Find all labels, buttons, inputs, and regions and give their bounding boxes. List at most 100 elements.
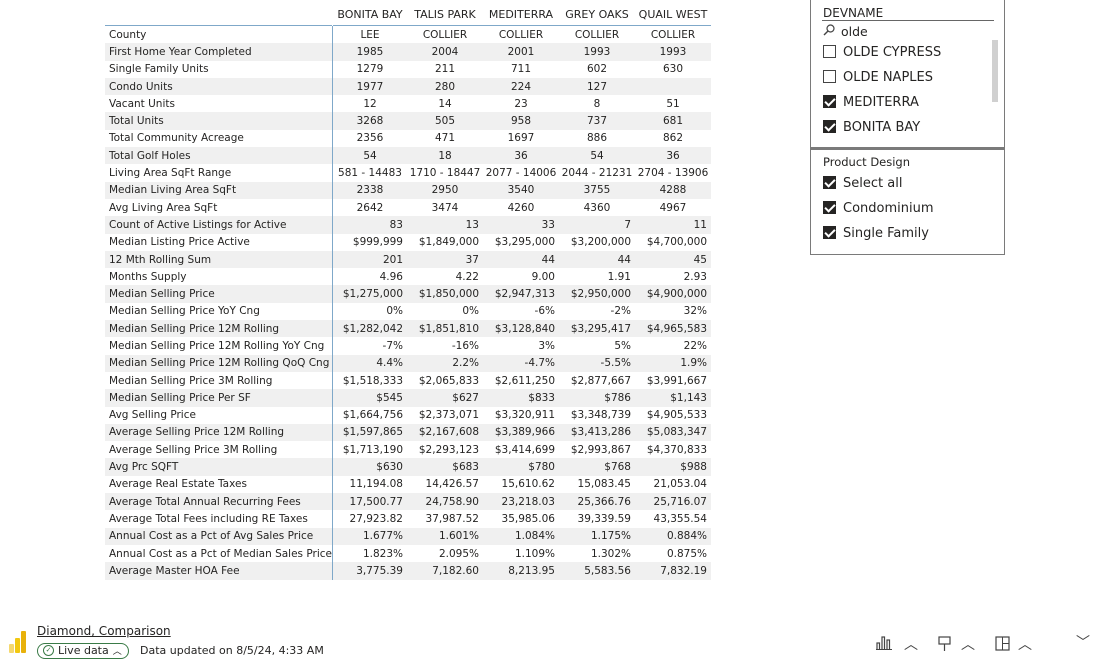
table-cell: 681	[635, 112, 711, 130]
table-row: Avg Prc SQFT $630 $683 $780 $768 $988	[105, 458, 711, 476]
slicer-option[interactable]: OLDE NAPLES	[823, 68, 933, 88]
table-cell: 23,218.03	[483, 493, 559, 511]
table-cell: COLLIER	[483, 25, 559, 44]
table-row: Avg Living Area SqFt 2642 3474 4260 4360 4967	[105, 198, 711, 217]
devname-slicer: DEVNAME olde OLDE CYPRESS OLDE NAPLES MEDI…	[810, 0, 1005, 148]
matrix-corner	[105, 4, 333, 26]
row-label: Total Community Acreage	[105, 129, 333, 148]
table-cell: 2950	[407, 181, 483, 199]
checkbox-checked-icon[interactable]	[823, 201, 836, 214]
table-cell: 36	[483, 147, 559, 165]
collapse-icon[interactable]: ﹀	[1076, 632, 1090, 652]
search-icon	[823, 24, 835, 39]
slicer-option[interactable]: MEDITERRA	[823, 93, 919, 113]
row-label: Condo Units	[105, 77, 333, 96]
column-header[interactable]: TALIS PARK	[407, 4, 483, 26]
table-cell: $3,389,966	[483, 423, 559, 442]
row-label: Median Selling Price 12M Rolling QoQ Cng	[105, 354, 333, 372]
checkbox-unchecked-icon[interactable]	[823, 45, 836, 58]
table-cell: 4260	[507, 201, 535, 214]
table-cell: 5,583.56	[559, 562, 635, 580]
column-header[interactable]: MEDITERRA	[483, 4, 559, 26]
slicer-option-label: MEDITERRA	[843, 95, 919, 110]
table-cell: 0.875%	[666, 547, 707, 560]
checkbox-checked-icon[interactable]	[823, 120, 836, 133]
chevron-up-icon[interactable]: ︿	[1018, 634, 1032, 654]
table-row: Average Total Annual Recurring Fees 17,50…	[105, 493, 711, 511]
table-cell: $1,275,000	[332, 285, 407, 303]
live-data-badge[interactable]: ✓ Live data ︿	[37, 643, 129, 659]
row-label: Avg Selling Price	[105, 406, 333, 424]
column-header[interactable]: GREY OAKS	[559, 4, 635, 26]
slicer-option-label: Select all	[843, 176, 903, 191]
table-row: First Home Year Completed 1985 2004 2001 199…	[105, 43, 711, 61]
table-cell: 2004	[407, 43, 483, 61]
table-cell: 224	[483, 77, 559, 96]
chevron-up-icon[interactable]: ︿	[961, 634, 975, 654]
table-row: 12 Mth Rolling Sum 201 37 44 44 45	[105, 250, 711, 269]
table-cell: 23	[514, 97, 528, 110]
table-cell: $4,370,833	[646, 443, 707, 456]
table-cell: $2,950,000	[559, 285, 635, 303]
slicer-option-label: Condominium	[843, 201, 934, 216]
table-cell: -4.7%	[483, 354, 559, 372]
table-row: Average Master HOA Fee 3,775.39 7,182.60 8,…	[105, 562, 711, 580]
slicer-scrollbar[interactable]	[992, 40, 998, 102]
checkbox-checked-icon[interactable]	[823, 95, 836, 108]
table-cell: 2356	[356, 132, 384, 145]
checkbox-unchecked-icon[interactable]	[823, 70, 836, 83]
table-cell: 4.22	[455, 270, 479, 283]
row-label: Median Selling Price YoY Cng	[105, 302, 333, 321]
table-cell: 4288	[635, 181, 711, 199]
table-cell: 17,500.77	[332, 493, 407, 511]
table-cell: $3,414,699	[494, 443, 555, 456]
table-cell: $1,664,756	[342, 409, 403, 422]
checkbox-checked-icon[interactable]	[823, 226, 836, 239]
table-cell: 471	[434, 132, 456, 145]
slicer-option[interactable]: BONITA BAY	[823, 118, 920, 138]
row-label: Median Living Area SqFt	[105, 181, 333, 199]
row-label: Months Supply	[105, 268, 333, 286]
table-cell: 2.095%	[438, 547, 479, 560]
row-label: Average Selling Price 12M Rolling	[105, 423, 333, 442]
table-cell: 2077 - 14006	[485, 167, 557, 180]
table-row: Months Supply 4.96 4.22 9.00 1.91 2.93	[105, 268, 711, 286]
table-row: Median Selling Price 12M Rolling YoY Cng…	[105, 337, 711, 355]
table-cell: $2,947,313	[483, 285, 559, 303]
table-cell: 43,355.54	[653, 512, 707, 525]
slicer-option[interactable]: OLDE CYPRESS	[823, 43, 941, 63]
row-label: County	[105, 25, 333, 44]
table-cell: 4.4%	[332, 354, 407, 372]
table-cell: 630	[662, 63, 684, 76]
feedback-icon[interactable]	[938, 636, 952, 656]
slicer-option[interactable]: Single Family	[823, 224, 929, 244]
slicer-title: Product Design	[823, 155, 911, 169]
table-cell: 35,985.06	[501, 512, 555, 525]
table-cell: 11	[635, 216, 711, 234]
table-cell: 37,987.52	[425, 512, 479, 525]
visual-chart-icon[interactable]	[876, 636, 896, 654]
table-cell: 2.2%	[407, 354, 483, 372]
table-cell: $1,849,000	[418, 236, 479, 249]
slicer-option[interactable]: Select all	[823, 174, 902, 194]
table-cell: 3755	[559, 181, 635, 199]
table-cell: 1.175%	[559, 527, 635, 545]
table-cell: $5,083,347	[635, 423, 711, 442]
table-cell: 201	[332, 250, 407, 269]
table-cell: $2,993,867	[570, 443, 631, 456]
slicer-search[interactable]: olde	[823, 24, 868, 39]
row-label: First Home Year Completed	[105, 43, 333, 61]
chevron-up-icon[interactable]: ︿	[904, 634, 918, 654]
table-cell: 1.9%	[635, 354, 711, 372]
table-cell: 32%	[683, 305, 707, 318]
slicer-option[interactable]: Condominium	[823, 199, 934, 219]
product-design-slicer: Product Design Select all Condominium Sing…	[810, 148, 1005, 255]
column-header[interactable]: QUAIL WEST	[635, 4, 711, 26]
column-header[interactable]: BONITA BAY	[333, 4, 408, 26]
table-cell: $3,348,739	[570, 409, 631, 422]
checkbox-checked-icon[interactable]	[823, 176, 836, 189]
report-name-link[interactable]: Diamond, Comparison	[37, 624, 171, 638]
edit-visuals-icon[interactable]	[995, 636, 1011, 656]
search-input[interactable]: olde	[841, 24, 868, 39]
slicer-option-label: OLDE NAPLES	[843, 70, 933, 85]
